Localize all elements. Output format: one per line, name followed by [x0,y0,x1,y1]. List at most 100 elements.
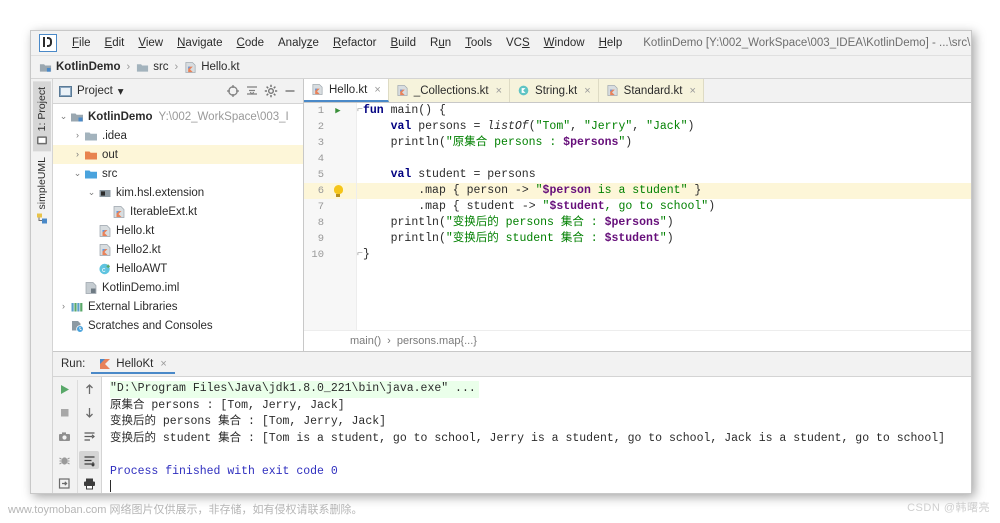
tree-node[interactable]: › out [53,145,303,164]
code-fold-marker[interactable]: ⌐ [357,103,363,119]
export-icon[interactable] [55,474,75,493]
tree-node-label: kim.hsl.extension [116,186,205,199]
gutter-line[interactable]: 1 ▶ [304,103,356,119]
down-arrow-icon[interactable] [79,404,99,423]
chevron-down-icon[interactable]: ▾ [118,84,124,98]
tool-tab-project[interactable]: 1: Project [32,81,51,152]
gutter-line[interactable]: 3 [304,135,356,151]
code-line[interactable]: val student = persons [357,167,971,183]
camera-icon[interactable] [55,427,75,446]
close-icon[interactable]: × [160,358,166,370]
gutter-line[interactable]: 5 [304,167,356,183]
code-line[interactable]: ⌐ fun main() { [357,103,971,119]
menu-item-tools[interactable]: Tools [458,35,499,51]
tree-node[interactable]: Hello.kt [53,221,303,240]
close-icon[interactable]: × [584,85,590,97]
menu-item-build[interactable]: Build [383,35,423,51]
tool-tab-simpleuml[interactable]: simpleUML [33,151,51,230]
soft-wrap-icon[interactable] [79,427,99,446]
tree-node[interactable]: ⌄ src [53,164,303,183]
menu-item-navigate[interactable]: Navigate [170,35,229,51]
run-config-tab[interactable]: HelloKt × [91,355,175,374]
rerun-icon[interactable] [55,380,75,399]
breadcrumb-main[interactable]: main() [350,335,381,347]
menu-item-edit[interactable]: Edit [98,35,132,51]
breadcrumb-item-hello-kt[interactable]: Hello.kt [184,61,240,74]
chevron-toggle-icon[interactable]: ⌄ [57,107,70,126]
menu-item-analyze[interactable]: Analyze [271,35,326,51]
intention-bulb-icon[interactable] [324,184,352,198]
tree-node[interactable]: c HelloAWT [53,259,303,278]
debug-icon[interactable] [55,451,75,470]
stop-icon[interactable] [55,404,75,423]
close-icon[interactable]: × [689,85,695,97]
tree-node[interactable]: › .idea [53,126,303,145]
code-line[interactable]: ⌐} [357,247,971,263]
editor-gutter[interactable]: 1 ▶ 2 3 4 5 6 7 8 9 10 [304,103,357,330]
code-line[interactable]: println("变换后的 persons 集合 : $persons") [357,215,971,231]
gutter-line[interactable]: 6 [304,183,356,199]
menu-item-vcs[interactable]: VCS [499,35,537,51]
editor-tab--collections-kt[interactable]: _Collections.kt × [388,79,511,102]
chevron-toggle-icon[interactable]: ⌄ [71,164,84,183]
gutter-line[interactable]: 8 [304,215,356,231]
code-line[interactable]: .map { student -> "$student, go to schoo… [357,199,971,215]
tree-node[interactable]: Hello2.kt [53,240,303,259]
tree-node[interactable]: Scratches and Consoles [53,316,303,335]
breadcrumb-item-kotlindemo[interactable]: KotlinDemo [39,61,121,74]
menu-item-refactor[interactable]: Refactor [326,35,383,51]
chevron-toggle-icon[interactable]: › [71,126,84,145]
tree-node[interactable]: KotlinDemo.iml [53,278,303,297]
tree-node[interactable]: IterableExt.kt [53,202,303,221]
code-line[interactable]: println("原集合 persons : $persons") [357,135,971,151]
locate-icon[interactable] [226,84,240,98]
gutter-line[interactable]: 2 [304,119,356,135]
breadcrumb-lambda[interactable]: persons.map{...} [397,335,477,347]
editor-tab-hello-kt[interactable]: Hello.kt × [304,79,389,102]
code-line[interactable]: println("变换后的 student 集合 : $student") [357,231,971,247]
editor-tab-standard-kt[interactable]: Standard.kt × [598,79,704,102]
run-gutter-icon[interactable]: ▶ [324,106,352,117]
menu-item-file[interactable]: File [65,35,98,51]
collapse-all-icon[interactable] [245,84,259,98]
menu-item-code[interactable]: Code [230,35,272,51]
tree-node[interactable]: ⌄ kim.hsl.extension [53,183,303,202]
menu-item-window[interactable]: Window [537,35,592,51]
breadcrumb-item-src[interactable]: src [136,61,169,74]
gutter-line[interactable]: 7 [304,199,356,215]
sort-icon[interactable] [79,450,100,470]
code-token: println [390,216,439,229]
code-line[interactable] [357,151,971,167]
close-icon[interactable]: × [496,85,502,97]
editor-tab-string-kt[interactable]: String.kt × [510,79,599,102]
close-icon[interactable]: × [374,84,380,96]
code-fold-marker[interactable]: ⌐ [357,247,363,263]
chevron-toggle-icon[interactable]: › [57,297,70,316]
menu-item-help[interactable]: Help [592,35,630,51]
gutter-line[interactable]: 4 [304,151,356,167]
code-line[interactable]: .map { person -> "$person is a student" … [357,183,971,199]
code-token: ) [666,216,674,229]
hide-icon[interactable] [283,84,297,98]
menu-item-view[interactable]: View [131,35,170,51]
settings-gear-icon[interactable] [264,84,278,98]
code-text[interactable]: ⌐ fun main() { val persons = listOf("Tom"… [357,103,971,330]
chevron-toggle-icon[interactable]: › [71,145,84,164]
up-arrow-icon[interactable] [79,380,99,399]
chevron-toggle-icon[interactable]: ⌄ [85,183,98,202]
tree-node[interactable]: › External Libraries [53,297,303,316]
code-line[interactable]: val persons = listOf("Tom", "Jerry", "Ja… [357,119,971,135]
console-output[interactable]: "D:\Program Files\Java\jdk1.8.0_221\bin\… [102,377,971,493]
menu-item-run[interactable]: Run [423,35,458,51]
gutter-line[interactable]: 9 [304,231,356,247]
print-icon[interactable] [79,474,99,493]
gutter-line[interactable]: 10 [304,247,356,263]
tree-node[interactable]: ⌄ KotlinDemo Y:\002_WorkSpace\003_I [53,107,303,126]
line-number: 4 [317,153,324,165]
code-area[interactable]: 1 ▶ 2 3 4 5 6 7 8 9 10 ⌐ fun main() { val persons =… [304,103,971,330]
code-token: ) [708,200,716,213]
